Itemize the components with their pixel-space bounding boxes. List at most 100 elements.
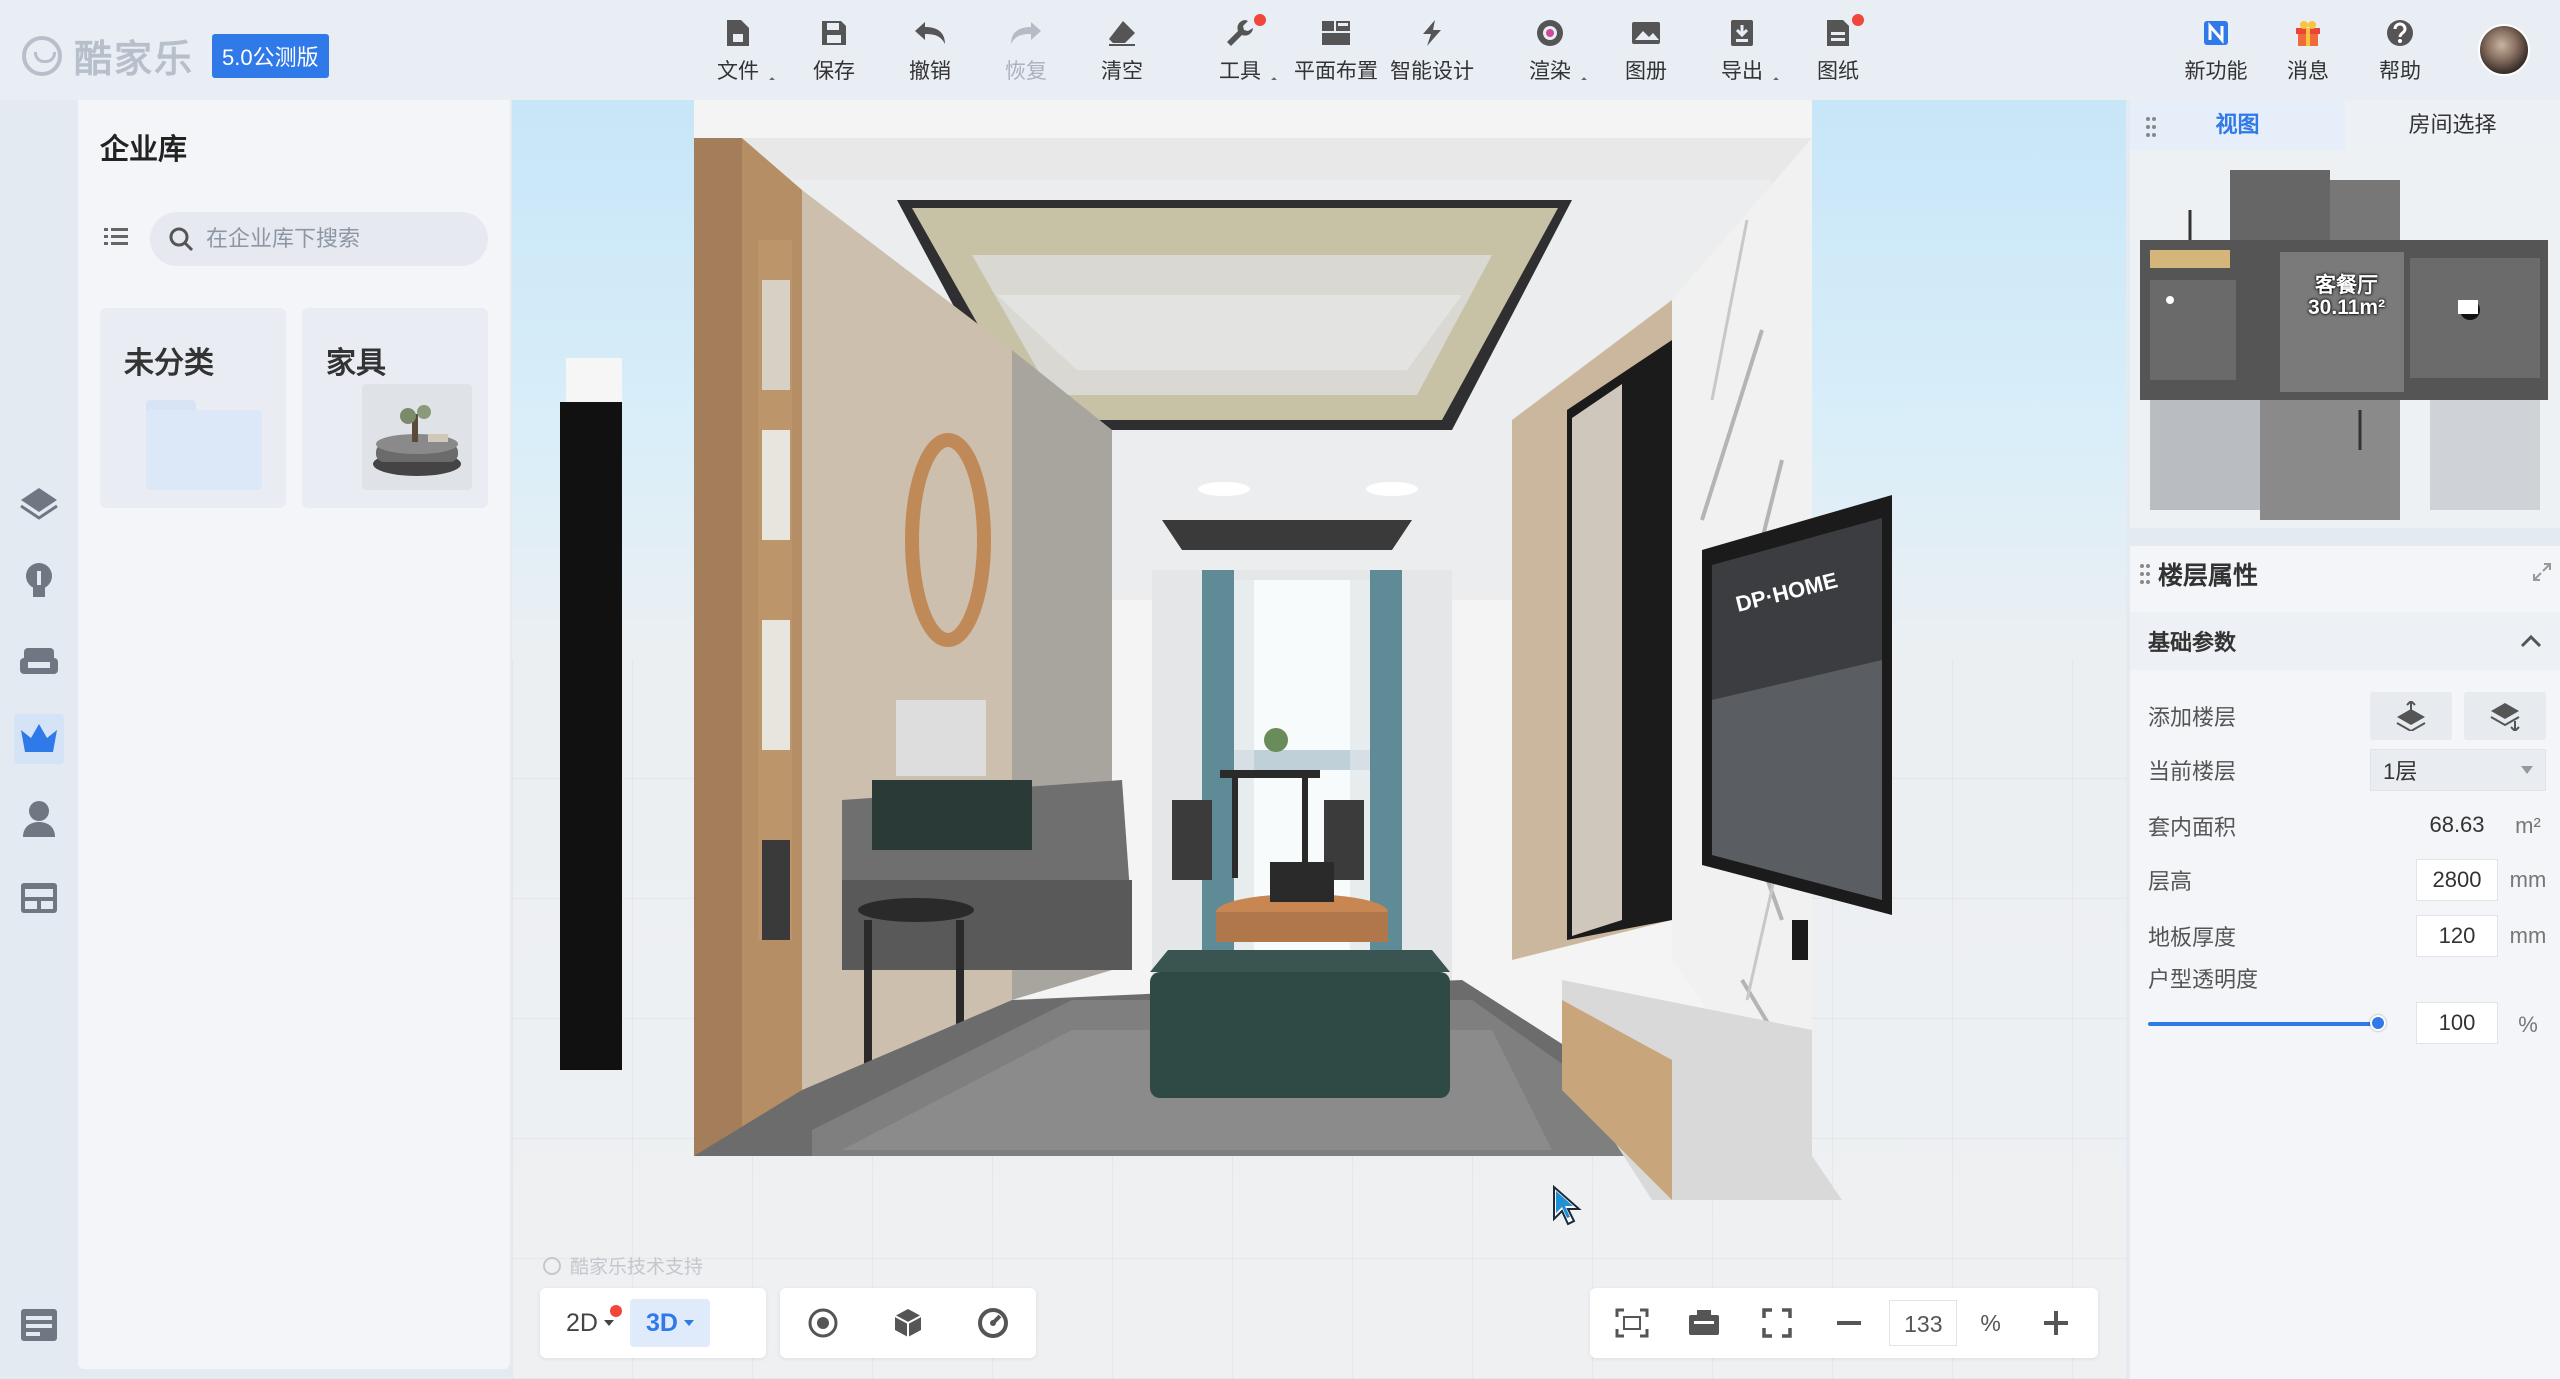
floor-properties-panel: 楼层属性 基础参数 添加楼层 当前楼层 1层 套内面积 68.63 m² 层高 …: [2130, 546, 2560, 1379]
minus-icon: [1836, 1321, 1861, 1325]
add-floor-below-button[interactable]: [2464, 692, 2546, 740]
new-feature-button[interactable]: 新功能: [2170, 14, 2262, 90]
floor-height-row: 层高 2800 mm: [2148, 856, 2546, 904]
inner-area-unit: m²: [2515, 813, 2541, 838]
help-icon: [2380, 14, 2420, 52]
add-floor-above-button[interactable]: [2370, 692, 2452, 740]
fullscreen-button[interactable]: [1745, 1295, 1809, 1351]
slab-thickness-unit: mm: [2509, 923, 2547, 948]
smart-design-button[interactable]: 智能设计: [1384, 14, 1480, 90]
floor-plan-icon: [1316, 14, 1356, 52]
help-button[interactable]: 帮助: [2354, 14, 2446, 90]
chevron-up-icon: [2520, 634, 2542, 648]
expand-icon[interactable]: [2532, 562, 2552, 582]
slab-thickness-row: 地板厚度 120 mm: [2148, 912, 2546, 960]
transparency-slider-handle[interactable]: [2370, 1015, 2386, 1031]
floor-plan-button[interactable]: 平面布置: [1288, 14, 1384, 90]
plus-icon: [2043, 1311, 2068, 1335]
user-avatar[interactable]: [2478, 24, 2530, 76]
version-badge: 5.0公测版: [212, 33, 329, 78]
tools-button[interactable]: 工具: [1192, 14, 1288, 90]
camera-box-icon: [1689, 1310, 1720, 1335]
undo-button[interactable]: 撤销: [882, 14, 978, 90]
material-button[interactable]: [876, 1295, 940, 1351]
library-panel: 企业库 未分类 家具: [78, 100, 510, 1369]
drag-handle-icon[interactable]: [2140, 563, 2150, 585]
right-panel: 视图 房间选择 客餐厅 30.11m² 楼层属性 基础参数 添加楼层 当前楼层 …: [2126, 100, 2560, 1379]
floor-height-unit: mm: [2509, 867, 2547, 892]
fullscreen-icon: [1761, 1308, 1792, 1338]
sidebar-item-my[interactable]: [14, 794, 64, 844]
sidebar-item-floor[interactable]: [14, 478, 64, 528]
fit-view-button[interactable]: [1600, 1295, 1664, 1351]
current-floor-select[interactable]: 1层: [2370, 749, 2546, 791]
export-button[interactable]: 导出: [1694, 14, 1790, 90]
zoom-in-button[interactable]: [2024, 1295, 2088, 1351]
gift-icon: [2288, 14, 2328, 52]
crown-icon: [21, 724, 57, 752]
3d-viewport[interactable]: DP·HOME 酷家乐技术支持 2D 3D 133 %: [512, 100, 2126, 1379]
category-furniture[interactable]: 家具: [302, 308, 488, 508]
messages-button[interactable]: 消息: [2262, 14, 2354, 90]
visibility-button[interactable]: [791, 1295, 855, 1351]
sidebar-item-furniture[interactable]: [14, 636, 64, 686]
floor-height-input[interactable]: 2800: [2416, 859, 2498, 901]
sidebar-item-lighting[interactable]: [14, 556, 64, 606]
render-button[interactable]: 渲染: [1502, 14, 1598, 90]
performance-button[interactable]: [961, 1295, 1025, 1351]
sidebar-item-enterprise-library[interactable]: [14, 714, 64, 764]
zoom-value[interactable]: 133: [1889, 1300, 1958, 1346]
logo-icon: [22, 35, 62, 76]
top-toolbar: 酷家乐 5.0公测版 文件 保存 撤销 恢复 清空 工具 平面布置 智能设计 渲…: [0, 0, 2560, 100]
drawing-button[interactable]: 图纸: [1790, 14, 1886, 90]
mode-3d-button[interactable]: 3D: [629, 1299, 710, 1347]
floor-plan-minimap[interactable]: 客餐厅 30.11m²: [2130, 150, 2560, 528]
transparency-input[interactable]: 100: [2416, 1002, 2498, 1044]
app-logo[interactable]: 酷家乐 5.0公测版: [22, 28, 329, 83]
save-icon: [814, 14, 854, 52]
layers-add-up-icon: [2396, 701, 2426, 731]
inner-area-row: 套内面积 68.63 m²: [2148, 802, 2544, 850]
library-search-input[interactable]: [206, 226, 466, 252]
undo-icon: [910, 14, 950, 52]
notify-dot: [1254, 14, 1266, 26]
list-view-icon[interactable]: [104, 226, 128, 253]
drag-handle-icon[interactable]: [2146, 116, 2156, 138]
transparency-unit: %: [2518, 1012, 2538, 1037]
basic-params-section[interactable]: 基础参数: [2130, 612, 2560, 670]
render-camera-icon: [1530, 14, 1570, 52]
zoom-unit: %: [1980, 1309, 2001, 1336]
slab-thickness-input[interactable]: 120: [2416, 915, 2498, 957]
cabinet-icon: [21, 883, 57, 913]
right-tools: 新功能 消息 帮助: [2170, 14, 2446, 90]
watermark: 酷家乐技术支持: [542, 1252, 703, 1279]
list-panel-icon: [21, 1309, 57, 1341]
save-button[interactable]: 保存: [786, 14, 882, 90]
sidebar-item-cabinet[interactable]: [14, 874, 64, 924]
eraser-icon: [1102, 14, 1142, 52]
folder-icon: [146, 400, 262, 490]
tab-room-select[interactable]: 房间选择: [2345, 100, 2560, 150]
redo-button[interactable]: 恢复: [978, 14, 1074, 90]
snapshot-button[interactable]: [1672, 1295, 1736, 1351]
transparency-row: 户型透明度 100 %: [2148, 962, 2544, 1062]
current-floor-row: 当前楼层 1层: [2148, 746, 2546, 794]
layers-add-down-icon: [2490, 703, 2520, 731]
file-icon: [718, 14, 758, 52]
category-uncategorized[interactable]: 未分类: [100, 308, 286, 508]
album-icon: [1626, 14, 1666, 52]
file-button[interactable]: 文件: [690, 14, 786, 90]
transparency-slider-track[interactable]: [2148, 1022, 2378, 1026]
sidebar-item-list[interactable]: [14, 1300, 64, 1350]
mode-2d-button[interactable]: 2D: [550, 1299, 630, 1347]
properties-title: 楼层属性: [2158, 562, 2259, 590]
album-button[interactable]: 图册: [1598, 14, 1694, 90]
clear-button[interactable]: 清空: [1074, 14, 1170, 90]
redo-icon: [1006, 14, 1046, 52]
tab-view[interactable]: 视图: [2130, 100, 2345, 150]
room-label: 客餐厅 30.11m²: [2308, 274, 2386, 319]
furniture-thumbnail: [362, 384, 472, 490]
search-icon: [169, 227, 194, 252]
zoom-out-button[interactable]: [1817, 1295, 1881, 1351]
room-render: DP·HOME: [560, 100, 1892, 1200]
